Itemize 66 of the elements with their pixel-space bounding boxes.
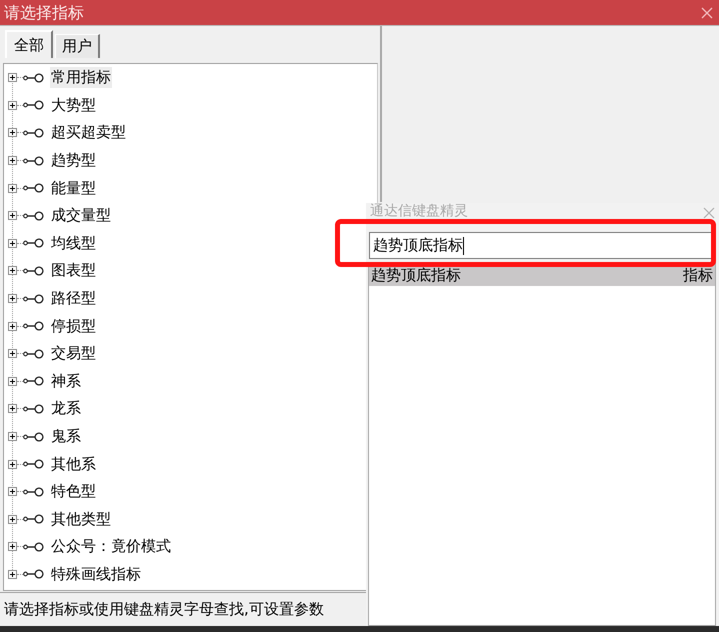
key-icon [23,486,44,497]
key-icon [23,72,44,83]
expand-icon[interactable] [8,376,17,386]
close-icon [701,6,713,18]
expand-icon[interactable] [8,542,17,552]
tree-item[interactable]: 公众号：竟价模式 [50,536,172,558]
expand-icon[interactable] [8,487,17,496]
result-type: 指标 [683,268,713,282]
key-icon [23,348,44,359]
expand-icon[interactable] [8,184,17,193]
key-icon [23,183,44,194]
tree-item[interactable]: 其他系 [50,454,97,475]
key-icon [23,294,44,304]
expand-icon[interactable] [8,460,17,469]
key-icon [23,238,44,248]
tree-item[interactable]: 能量型 [50,178,97,199]
key-icon [23,376,44,386]
expand-icon[interactable] [8,570,17,579]
tab[interactable]: 全部 [5,30,53,58]
window-title: 请选择指标 [4,4,84,20]
tree-item[interactable]: 成交量型 [50,205,112,226]
key-icon [23,514,44,524]
tree-item[interactable]: 其他类型 [50,508,112,530]
tree-item[interactable]: 神系 [50,370,82,392]
expand-icon[interactable] [8,322,17,331]
text-cursor [463,236,464,254]
expand-icon[interactable] [8,514,17,524]
tree-item[interactable]: 超买超卖型 [50,122,127,144]
key-icon [23,432,44,442]
tree-item[interactable]: 路径型 [50,288,97,310]
key-icon [23,321,44,332]
expand-icon[interactable] [8,156,17,166]
key-icon [23,210,44,221]
expand-icon[interactable] [8,238,17,248]
expand-icon[interactable] [8,73,17,82]
key-icon [23,266,44,276]
expand-icon[interactable] [8,128,17,138]
expand-icon[interactable] [8,100,17,110]
tree-item[interactable]: 特殊画线指标 [50,564,142,585]
key-icon [23,404,44,414]
tree-item[interactable]: 常用指标 [50,67,112,88]
status-text: 请选择指标或使用键盘精灵字母查找,可设置参数 [4,602,324,617]
key-icon [23,128,44,138]
expand-icon[interactable] [8,404,17,414]
key-icon [23,100,44,110]
result-name: 趋势顶底指标 [371,268,461,282]
expand-icon[interactable] [8,349,17,358]
expand-icon[interactable] [8,294,17,304]
key-icon [23,156,44,166]
expand-icon[interactable] [8,211,17,220]
tree-item[interactable]: 图表型 [50,260,97,282]
tree-item[interactable]: 鬼系 [50,426,82,448]
tree-item[interactable]: 趋势型 [50,150,97,172]
key-icon [23,542,44,552]
key-icon [23,569,44,580]
tab[interactable]: 用户 [55,34,100,58]
tree-item[interactable]: 大势型 [50,94,97,116]
tree-item[interactable]: 均线型 [50,232,97,254]
tree-item[interactable]: 交易型 [50,343,97,364]
popup-title: 通达信键盘精灵 [370,204,468,218]
tree-item[interactable]: 特色型 [50,481,97,502]
tree-item[interactable]: 龙系 [50,398,82,420]
key-icon [23,459,44,470]
expand-icon[interactable] [8,432,17,442]
expand-icon[interactable] [8,266,17,276]
tree-item[interactable]: 停损型 [50,316,97,337]
